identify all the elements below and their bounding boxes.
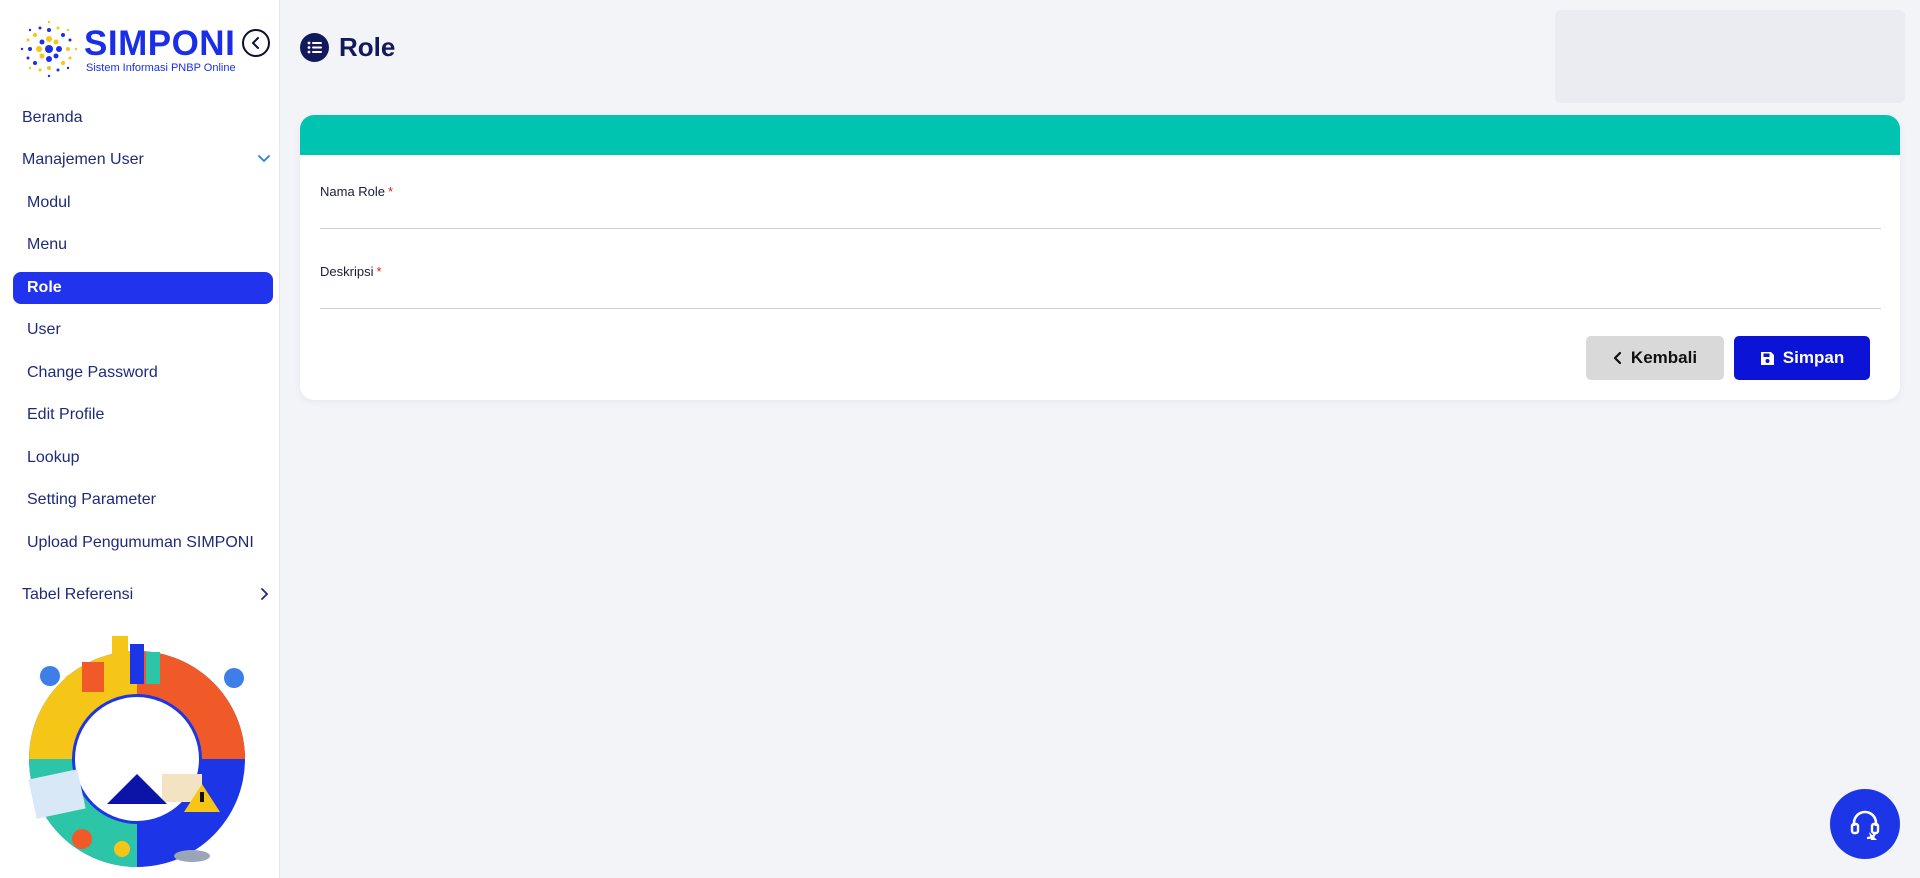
kembali-label: Kembali <box>1630 348 1698 367</box>
simpan-label: Simpan <box>1782 348 1845 367</box>
sidebar-item-change-password[interactable]: Change Password <box>13 357 273 389</box>
sidebar-item-label: Change Password <box>27 364 158 381</box>
sidebar-item-label: Role <box>27 279 62 296</box>
sidebar-item-label: User <box>27 321 61 338</box>
sidebar-illustration <box>28 636 245 867</box>
sidebar-item-label: Tabel Referensi <box>22 586 134 603</box>
sidebar-item-tabel-referensi[interactable]: Tabel Referensi <box>13 579 273 611</box>
nama-role-label: Nama Role * <box>320 184 394 199</box>
sidebar-item-label: Manajemen User <box>22 151 144 168</box>
sidebar: SIMPONI Sistem Informasi PNBP Online Ber… <box>0 0 280 878</box>
sidebar-item-label: Lookup <box>27 449 80 466</box>
logo-title: SIMPONI <box>84 23 236 63</box>
collapse-sidebar-button[interactable] <box>242 29 270 57</box>
sidebar-item-upload-pengumuman[interactable]: Upload Pengumuman SIMPONI <box>13 527 273 559</box>
sidebar-item-setting-parameter[interactable]: Setting Parameter <box>13 484 273 516</box>
chevron-down-icon <box>258 155 270 163</box>
help-button[interactable] <box>1830 789 1900 859</box>
logo-subtitle: Sistem Informasi PNBP Online <box>86 61 236 74</box>
headset-icon <box>1850 810 1880 840</box>
role-form-card: Nama Role * Deskripsi * Kembali Simpan <box>300 115 1900 400</box>
sidebar-item-label: Modul <box>27 194 71 211</box>
sidebar-item-user[interactable]: User <box>13 314 273 346</box>
kembali-button[interactable]: Kembali <box>1586 336 1724 380</box>
card-header-bar <box>300 115 1900 155</box>
deskripsi-input[interactable] <box>320 279 1881 309</box>
logo-mark-icon <box>20 20 78 78</box>
chevron-left-icon <box>1613 351 1622 365</box>
nama-role-field: Nama Role * <box>320 184 1881 229</box>
deskripsi-field: Deskripsi * <box>320 264 1881 309</box>
required-mark: * <box>388 184 394 199</box>
sidebar-item-manajemen-user[interactable]: Manajemen User <box>13 144 273 176</box>
sidebar-item-modul[interactable]: Modul <box>13 187 273 219</box>
sidebar-item-beranda[interactable]: Beranda <box>13 102 273 134</box>
required-mark: * <box>376 264 382 279</box>
sidebar-item-lookup[interactable]: Lookup <box>13 442 273 474</box>
sidebar-item-label: Menu <box>27 236 68 253</box>
sidebar-item-label: Setting Parameter <box>27 491 156 508</box>
deskripsi-label: Deskripsi * <box>320 264 382 279</box>
sidebar-item-menu[interactable]: Menu <box>13 229 273 261</box>
simpan-button[interactable]: Simpan <box>1734 336 1870 380</box>
page-header: Role <box>300 32 395 63</box>
page-title: Role <box>339 32 396 62</box>
sidebar-item-edit-profile[interactable]: Edit Profile <box>13 399 273 431</box>
sidebar-item-label: Edit Profile <box>27 406 105 423</box>
sidebar-item-label: Upload Pengumuman SIMPONI <box>27 534 254 551</box>
list-icon <box>300 33 329 62</box>
chevron-right-icon <box>261 588 269 600</box>
sidebar-item-role[interactable]: Role <box>13 272 273 304</box>
sidebar-item-label: Beranda <box>22 109 83 126</box>
chevron-left-icon <box>252 37 259 49</box>
header-placeholder-panel <box>1555 10 1905 103</box>
nama-role-input[interactable] <box>320 199 1881 229</box>
simponi-logo[interactable]: SIMPONI Sistem Informasi PNBP Online <box>18 18 236 80</box>
save-icon <box>1760 351 1774 365</box>
